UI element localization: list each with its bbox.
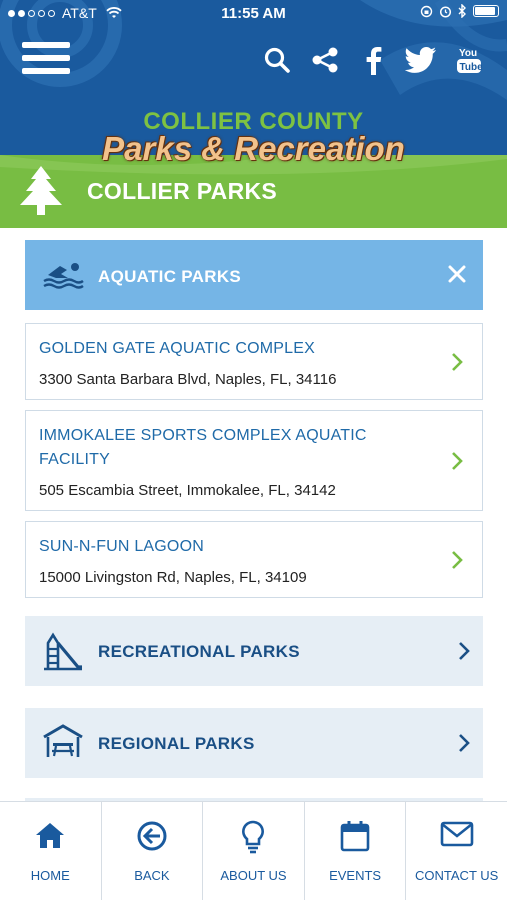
nav-contact-us[interactable]: CONTACT US <box>406 802 507 900</box>
nav-back[interactable]: BACK <box>102 802 204 900</box>
battery-icon <box>473 5 499 17</box>
chevron-right-icon <box>452 452 463 470</box>
park-list-item[interactable]: GOLDEN GATE AQUATIC COMPLEX 3300 Santa B… <box>25 323 483 400</box>
menu-button[interactable] <box>22 42 70 78</box>
park-name: SUN-N-FUN LAGOON <box>39 538 204 555</box>
menu-bar <box>22 42 70 48</box>
nav-label: EVENTS <box>329 868 382 883</box>
orientation-lock-icon <box>420 5 433 17</box>
park-address: 505 Escambia Street, Immokalee, FL, 3414… <box>39 482 336 499</box>
section-title: COLLIER PARKS <box>87 178 278 204</box>
category-regional-parks[interactable]: REGIONAL PARKS <box>25 708 483 778</box>
park-list-item[interactable]: SUN-N-FUN LAGOON 15000 Livingston Rd, Na… <box>25 521 483 598</box>
menu-bar <box>22 68 70 74</box>
home-icon <box>36 823 65 848</box>
park-name-line1: IMMOKALEE SPORTS COMPLEX AQUATIC <box>39 427 367 444</box>
youtube-icon[interactable]: You Tube <box>453 44 485 76</box>
lightbulb-icon <box>242 820 265 854</box>
swimmer-icon <box>43 263 84 289</box>
calendar-icon <box>340 821 370 852</box>
envelope-icon <box>440 821 473 847</box>
playground-slide-icon <box>44 632 82 671</box>
park-list: AQUATIC PARKS GOLDEN GATE AQUATIC COMPLE… <box>0 228 507 801</box>
chevron-right-icon <box>452 551 463 569</box>
status-bar: AT&T 11:55 AM <box>0 0 507 26</box>
category-aquatic-parks[interactable]: AQUATIC PARKS <box>25 240 483 310</box>
facebook-icon[interactable] <box>357 44 389 76</box>
bottom-navigation: HOME BACK ABOUT US EVENTS CONTACT US <box>0 801 507 900</box>
nav-home[interactable]: HOME <box>0 802 102 900</box>
park-list-item[interactable]: IMMOKALEE SPORTS COMPLEX AQUATIC FACILIT… <box>25 410 483 511</box>
category-label: AQUATIC PARKS <box>98 267 242 286</box>
social-links: You Tube <box>261 44 485 76</box>
nav-label: HOME <box>30 868 70 883</box>
chevron-right-icon <box>452 353 463 371</box>
search-icon[interactable] <box>261 44 293 76</box>
back-arrow-icon <box>137 821 167 851</box>
nav-about-us[interactable]: ABOUT US <box>203 802 305 900</box>
twitter-icon[interactable] <box>405 44 437 76</box>
svg-text:You: You <box>459 48 477 59</box>
park-address: 3300 Santa Barbara Blvd, Naples, FL, 341… <box>39 371 337 388</box>
close-icon[interactable] <box>445 262 469 286</box>
park-name-line2: FACILITY <box>39 451 110 468</box>
tree-icon <box>20 166 62 215</box>
nav-label: ABOUT US <box>220 868 287 883</box>
nav-label: CONTACT US <box>415 868 499 883</box>
share-icon[interactable] <box>309 44 341 76</box>
status-icons <box>420 4 499 18</box>
nav-label: BACK <box>134 868 170 883</box>
menu-bar <box>22 55 70 61</box>
park-name: GOLDEN GATE AQUATIC COMPLEX <box>39 340 315 357</box>
svg-text:Tube: Tube <box>460 62 483 73</box>
picnic-shelter-icon <box>43 724 83 757</box>
category-label: RECREATIONAL PARKS <box>98 642 300 661</box>
park-address: 15000 Livingston Rd, Naples, FL, 34109 <box>39 569 307 586</box>
chevron-right-icon <box>459 642 470 660</box>
category-recreational-parks[interactable]: RECREATIONAL PARKS <box>25 616 483 686</box>
nav-events[interactable]: EVENTS <box>305 802 407 900</box>
brand-title: Parks & Recreation <box>102 130 405 167</box>
chevron-right-icon <box>459 734 470 752</box>
alarm-icon <box>439 5 452 18</box>
category-label: REGIONAL PARKS <box>98 734 255 753</box>
bluetooth-icon <box>458 4 466 18</box>
